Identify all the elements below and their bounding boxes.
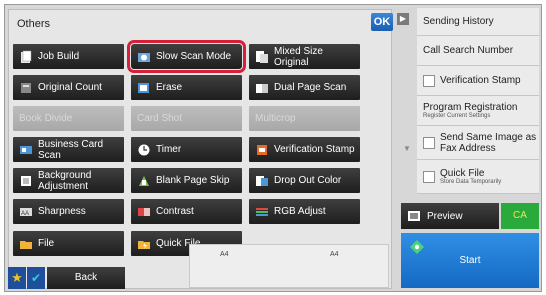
- contrast-label: Contrast: [156, 206, 194, 217]
- checkmark-icon: ✔: [30, 271, 42, 285]
- job-build-button[interactable]: Job Build: [13, 44, 124, 69]
- rgb-adjust-button[interactable]: RGB Adjust: [249, 199, 360, 224]
- timer-label: Timer: [156, 144, 182, 155]
- contrast-button[interactable]: Contrast: [131, 199, 242, 224]
- paper-size-left: A4: [220, 251, 229, 258]
- slow-scan-mode-button[interactable]: Slow Scan Mode: [127, 40, 246, 73]
- file-label: File: [38, 238, 55, 249]
- drop-out-color-button[interactable]: Drop Out Color: [249, 168, 360, 193]
- contrast-icon: [137, 205, 151, 219]
- book-divide-button[interactable]: Book Divide: [13, 106, 124, 131]
- screen: Others OK Job Build Slow Scan Mode Mixed…: [4, 4, 542, 292]
- dual-page-label: Dual Page Scan: [274, 82, 347, 93]
- timer-icon: [137, 143, 151, 157]
- job-build-label: Job Build: [38, 51, 80, 62]
- quick-file-checkbox[interactable]: [423, 170, 435, 183]
- quick-file-side-label: Quick File: [440, 168, 485, 179]
- start-button[interactable]: Start: [401, 233, 539, 288]
- background-adjustment-button[interactable]: Background Adjustment: [13, 168, 124, 193]
- star-icon: ★: [11, 270, 23, 285]
- check-button[interactable]: ✔: [27, 267, 45, 289]
- erase-button[interactable]: Erase: [131, 75, 242, 100]
- program-registration-item[interactable]: Program Registration Register Current Se…: [417, 96, 539, 126]
- quick-file-side-item[interactable]: Quick File Store Data Temporarily: [417, 160, 539, 194]
- multicrop-button[interactable]: Multicrop: [249, 106, 360, 131]
- original-count-label: Original Count: [38, 82, 102, 93]
- verification-stamp-item[interactable]: Verification Stamp: [417, 66, 539, 96]
- verification-stamp-side-label: Verification Stamp: [440, 75, 521, 86]
- background-adjust-icon: [19, 174, 33, 188]
- sharpness-icon: AA: [19, 205, 33, 219]
- mixed-size-label: Mixed Size Original: [274, 45, 323, 68]
- folder-icon: [19, 237, 33, 251]
- dual-page-icon: [255, 81, 269, 95]
- dual-page-scan-button[interactable]: Dual Page Scan: [249, 75, 360, 100]
- sharpness-button[interactable]: AA Sharpness: [13, 199, 124, 224]
- card-shot-button[interactable]: Card Shot: [131, 106, 242, 131]
- ok-button[interactable]: OK: [371, 13, 393, 31]
- business-card-scan-button[interactable]: Business Card Scan: [13, 137, 124, 162]
- blank-page-icon: [137, 174, 151, 188]
- program-registration-label: Program Registration: [423, 102, 518, 113]
- erase-icon: [137, 81, 151, 95]
- ca-button[interactable]: CA: [501, 203, 539, 229]
- blank-page-skip-label: Blank Page Skip: [156, 175, 230, 186]
- rgb-adjust-label: RGB Adjust: [274, 206, 326, 217]
- favorite-star-button[interactable]: ★: [8, 267, 26, 289]
- erase-label: Erase: [156, 82, 183, 93]
- mixed-size-original-button[interactable]: Mixed Size Original: [249, 44, 360, 69]
- send-same-image-label: Send Same Image as Fax Address: [440, 131, 537, 154]
- paper-preview-area: A4 A4: [189, 244, 389, 288]
- panel-title: Others: [17, 18, 51, 30]
- call-search-number-item[interactable]: Call Search Number: [417, 36, 539, 66]
- timer-button[interactable]: Timer: [131, 137, 242, 162]
- send-same-image-checkbox[interactable]: [423, 136, 435, 149]
- blank-page-skip-button[interactable]: Blank Page Skip: [131, 168, 242, 193]
- collapse-arrow-icon[interactable]: ▶: [397, 13, 409, 25]
- book-divide-label: Book Divide: [19, 113, 73, 124]
- preview-label: Preview: [427, 210, 463, 222]
- program-registration-sublabel: Register Current Settings: [423, 113, 491, 119]
- start-label: Start: [459, 255, 481, 266]
- sending-history-label: Sending History: [423, 16, 494, 27]
- business-card-label: Business Card Scan: [38, 138, 104, 161]
- paper-size-right: A4: [330, 251, 339, 258]
- slow-scan-label: Slow Scan Mode: [156, 51, 232, 62]
- others-panel: Others OK Job Build Slow Scan Mode Mixed…: [8, 9, 393, 289]
- right-panel: Sending History Call Search Number Verif…: [417, 8, 539, 194]
- start-icon: [410, 240, 424, 254]
- original-count-button[interactable]: Original Count: [13, 75, 124, 100]
- business-card-icon: [19, 143, 33, 157]
- sharpness-label: Sharpness: [38, 206, 86, 217]
- verification-stamp-button[interactable]: Verification Stamp: [249, 137, 360, 162]
- quick-file-icon: [137, 237, 151, 251]
- send-same-image-item[interactable]: Send Same Image as Fax Address: [417, 126, 539, 160]
- sending-history-item[interactable]: Sending History: [417, 8, 539, 36]
- drop-out-color-icon: [255, 174, 269, 188]
- back-button[interactable]: Back: [47, 267, 125, 289]
- card-shot-label: Card Shot: [137, 113, 183, 124]
- background-adjustment-label: Background Adjustment: [38, 169, 92, 192]
- rgb-adjust-icon: [255, 205, 269, 219]
- verification-stamp-checkbox[interactable]: [423, 74, 435, 87]
- original-count-icon: [19, 81, 33, 95]
- verification-stamp-label: Verification Stamp: [274, 144, 355, 155]
- multicrop-label: Multicrop: [255, 113, 296, 124]
- file-button[interactable]: File: [13, 231, 124, 256]
- stamp-icon: [255, 143, 269, 157]
- preview-button[interactable]: Preview: [401, 203, 499, 229]
- svg-text:AA: AA: [21, 211, 29, 217]
- preview-icon: [407, 209, 421, 223]
- slow-scan-icon: [137, 50, 151, 64]
- scroll-down-icon[interactable]: ▼: [401, 143, 413, 155]
- call-search-number-label: Call Search Number: [423, 45, 514, 56]
- mixed-size-icon: [255, 50, 269, 64]
- drop-out-color-label: Drop Out Color: [274, 175, 342, 186]
- job-build-icon: [19, 50, 33, 64]
- quick-file-sublabel: Store Data Temporarily: [440, 179, 502, 185]
